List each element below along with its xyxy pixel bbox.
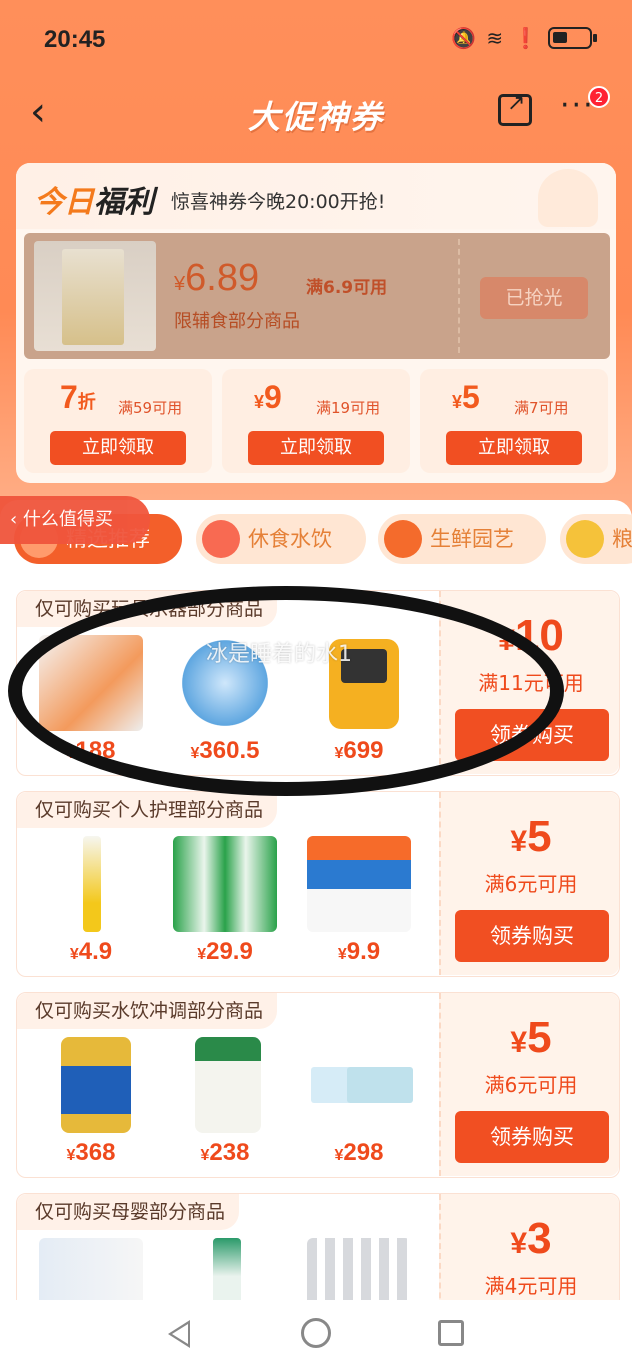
snack-icon xyxy=(202,520,240,558)
grain-icon xyxy=(566,520,604,558)
product-price: ¥238 xyxy=(200,1139,250,1166)
claim-button[interactable]: 立即领取 xyxy=(446,431,582,465)
coupon-card: 仅可购买水饮冲调部分商品 ¥368 ¥238 ¥298 ¥5 满6元可用 领券购… xyxy=(16,992,620,1178)
tab-snacks-drinks[interactable]: 休食水饮 xyxy=(196,514,366,564)
coupon-amount: ¥5 xyxy=(510,1013,552,1062)
tomato-icon xyxy=(384,520,422,558)
coupon-scope-label: 仅可购买水饮冲调部分商品 xyxy=(17,993,278,1029)
product-price: ¥368 xyxy=(66,1139,116,1166)
bell-decoration-icon xyxy=(538,169,598,227)
coupon-scope: 限辅食部分商品 xyxy=(174,311,300,332)
coupon-condition: 满4元可用 xyxy=(484,1274,578,1298)
main-coupon-card: ¥6.89 满6.9可用 限辅食部分商品 已抢光 xyxy=(24,233,610,359)
battery-icon xyxy=(548,27,597,49)
product-image xyxy=(173,1037,277,1133)
product-item[interactable]: ¥298 xyxy=(299,1037,419,1167)
claim-and-buy-button[interactable]: 领券购买 xyxy=(455,1111,609,1163)
product-price: ¥298 xyxy=(334,1139,384,1166)
divider xyxy=(458,239,460,353)
coupon-amount: ¥6.89 xyxy=(174,257,260,299)
page-title: 大促神券 xyxy=(247,98,384,136)
claim-button[interactable]: 立即领取 xyxy=(50,431,186,465)
coupon-condition: 满7可用 xyxy=(514,399,569,417)
tab-fresh-garden[interactable]: 生鲜园艺 xyxy=(378,514,546,564)
daily-welfare-panel: 今日福利 惊喜神券今晚20:00开抢! ¥6.89 满6.9可用 限辅食部分商品… xyxy=(16,163,616,483)
coupon-amount: ¥3 xyxy=(510,1214,552,1263)
hand-drawn-circle-annotation xyxy=(8,586,564,796)
system-nav-bar xyxy=(0,1300,632,1368)
sold-out-button[interactable]: 已抢光 xyxy=(480,277,588,319)
product-item[interactable]: ¥368 xyxy=(31,1037,151,1167)
product-image xyxy=(39,836,143,932)
worth-buying-tag[interactable]: ‹ 什么值得买 xyxy=(0,496,150,544)
wifi-icon: ≋ xyxy=(486,26,504,50)
welfare-header: 今日福利 惊喜神券今晚20:00开抢! xyxy=(16,163,616,229)
nav-back-icon[interactable] xyxy=(168,1320,190,1348)
mini-coupon: ¥9 满19可用 立即领取 xyxy=(222,369,410,473)
coupon-value: ¥5 xyxy=(452,379,480,415)
share-icon[interactable] xyxy=(498,91,532,126)
mute-bell-icon: 🔕 xyxy=(451,26,477,50)
coupon-card: 仅可购买个人护理部分商品 ¥4.9 ¥29.9 ¥9.9 ¥5 满6元可用 领券… xyxy=(16,791,620,977)
coupon-condition: 满6.9可用 xyxy=(306,278,388,298)
product-price: ¥9.9 xyxy=(337,938,381,965)
coupon-condition: 满6元可用 xyxy=(484,872,578,896)
coupon-condition: 满6元可用 xyxy=(484,1073,578,1097)
notification-badge: 2 xyxy=(588,86,610,108)
nav-home-icon[interactable] xyxy=(301,1318,331,1348)
coupon-value-panel: ¥5 满6元可用 领券购买 xyxy=(439,792,619,975)
alert-icon: ❗ xyxy=(513,26,538,50)
welfare-subtitle: 惊喜神券今晚20:00开抢! xyxy=(171,191,386,213)
status-time: 20:45 xyxy=(44,26,106,53)
coupon-scope-label: 仅可购买母婴部分商品 xyxy=(17,1194,240,1230)
claim-and-buy-button[interactable]: 领券购买 xyxy=(455,910,609,962)
nav-recents-icon[interactable] xyxy=(438,1320,464,1346)
claim-button[interactable]: 立即领取 xyxy=(248,431,384,465)
coupon-scope-label: 仅可购买个人护理部分商品 xyxy=(17,792,278,828)
product-item[interactable]: ¥9.9 xyxy=(299,836,419,966)
product-item[interactable]: ¥238 xyxy=(165,1037,285,1167)
mini-coupon: 7折 满59可用 立即领取 xyxy=(24,369,212,473)
product-item[interactable]: ¥4.9 xyxy=(31,836,151,966)
status-bar: 20:45 🔕 ≋ ❗ xyxy=(0,0,632,80)
product-image xyxy=(173,836,277,932)
coupon-condition: 满59可用 xyxy=(118,399,183,417)
product-price: ¥4.9 xyxy=(69,938,113,965)
coupon-value-panel: ¥5 满6元可用 领券购买 xyxy=(439,993,619,1176)
product-image xyxy=(39,1037,143,1133)
status-icons: 🔕 ≋ ❗ xyxy=(451,26,597,50)
welfare-logo: 今日福利 xyxy=(34,185,154,220)
mini-coupon: ¥5 满7可用 立即领取 xyxy=(420,369,608,473)
coupon-amount: ¥5 xyxy=(510,812,552,861)
product-image xyxy=(307,836,411,932)
product-thumbnail xyxy=(34,241,156,351)
coupon-value: ¥9 xyxy=(254,379,282,415)
product-image xyxy=(307,1037,413,1133)
nav-bar: ‹ 大促神券 ··· 2 xyxy=(0,80,632,144)
coupon-condition: 满19可用 xyxy=(316,399,381,417)
product-item[interactable]: ¥29.9 xyxy=(165,836,285,966)
coupon-value: 7折 xyxy=(60,379,96,415)
product-price: ¥29.9 xyxy=(197,938,253,965)
tab-grain[interactable]: 粮 xyxy=(560,514,632,564)
